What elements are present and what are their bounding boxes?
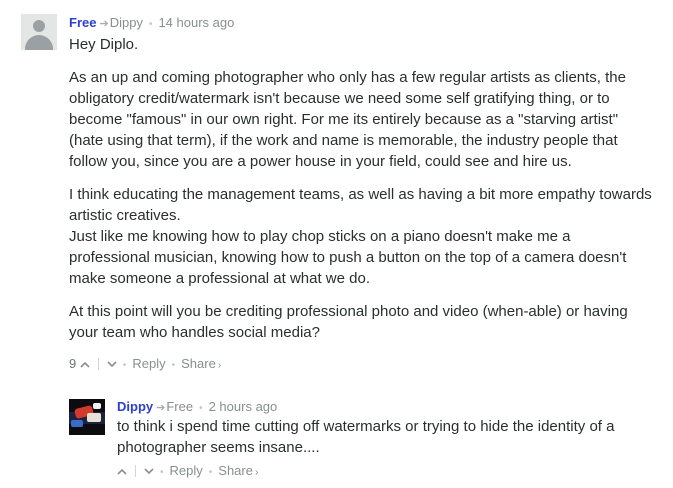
reply-arrow-icon: ➔ [156,402,166,414]
message-line: As an up and coming photographer who onl… [69,69,626,86]
message-line: Just like me knowing how to play chop st… [69,228,571,245]
share-label: Share [181,356,216,371]
share-chevron-icon: › [254,467,259,478]
reply-arrow-icon: ➔ [99,18,109,30]
reply-button[interactable]: Reply [132,356,165,371]
message-line: Hey Diplo. [69,36,139,53]
message-line: your team who handles social media? [69,324,320,341]
upvote-icon[interactable] [117,464,127,480]
share-button[interactable]: Share › [218,463,258,478]
avatar-body-shape [25,35,53,50]
reply-button[interactable]: Reply [170,463,203,478]
comment-message: Hey Diplo. As an up and coming photograp… [69,34,652,343]
avatar-photo-shape [71,420,83,427]
upvote-count: 9 [69,356,77,371]
in-reply-to-name[interactable]: Dippy [110,15,143,30]
bullet-separator: • [122,360,127,371]
downvote-icon[interactable] [144,464,154,480]
message-line: professional musician, knowing how to pu… [69,249,627,266]
author-name[interactable]: Free [69,15,96,30]
bullet-separator: • [208,467,213,478]
in-reply-to-name[interactable]: Free [166,399,193,414]
comment-header: Dippy ➔Free • 2 hours ago [117,399,277,417]
message-line: artistic creatives. [69,207,181,224]
share-chevron-icon: › [217,360,222,371]
user-avatar[interactable] [69,399,105,435]
comment-footer: 9 • Reply • Share › [69,356,221,374]
bullet-separator: • [148,19,153,30]
vote-divider [135,465,136,477]
comment-header: Free ➔Dippy • 14 hours ago [69,15,234,33]
timestamp[interactable]: 2 hours ago [209,399,278,414]
share-button[interactable]: Share › [181,356,221,371]
timestamp[interactable]: 14 hours ago [158,15,234,30]
message-line: At this point will you be crediting prof… [69,303,628,320]
message-line: (hate using that term), if the work and … [69,132,618,149]
bullet-separator: • [199,403,203,414]
vote-divider [97,358,99,370]
message-line: photographer seems insane.... [117,439,320,456]
avatar-head-shape [33,20,45,32]
comment-message: to think i spend time cutting off waterm… [117,416,614,458]
share-label: Share [218,463,253,478]
avatar-photo-shape [93,403,101,409]
avatar-photo-shape [87,413,101,422]
message-line: become "famous" in our own right. For me… [69,111,619,128]
message-line: make someone a professional at what we d… [69,270,371,287]
message-line: to think i spend time cutting off waterm… [117,418,615,435]
bullet-separator: • [160,467,164,478]
downvote-icon[interactable] [107,357,117,373]
message-line: I think educating the management teams, … [69,186,652,203]
comment-footer: • Reply • Share › [117,463,258,481]
bullet-separator: • [171,360,176,371]
message-line: follow you, since you are a power house … [69,153,572,170]
default-avatar[interactable] [21,14,57,50]
author-name[interactable]: Dippy [117,399,153,414]
upvote-icon[interactable] [80,357,90,373]
message-line: obligatory credit/watermark isn't becaus… [69,90,610,107]
